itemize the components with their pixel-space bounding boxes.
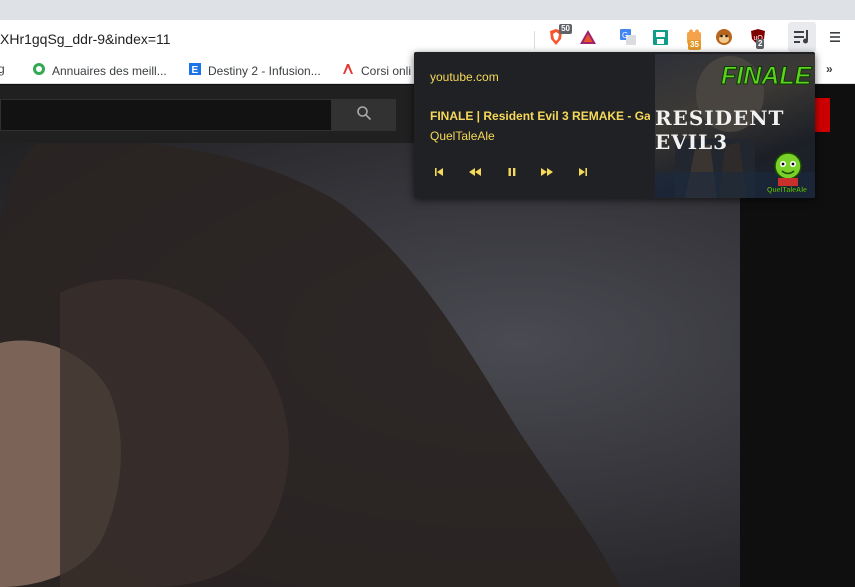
tampermonkey-icon[interactable]: 35 [684, 27, 704, 50]
bookmarks-overflow-button[interactable]: » [826, 62, 833, 76]
media-control-popup: youtube.com FINALE | Resident Evil 3 REM… [414, 52, 815, 198]
pause-button[interactable] [503, 164, 521, 180]
video-player[interactable] [0, 143, 740, 587]
brave-rewards-icon[interactable] [578, 27, 598, 47]
ublock-badge: 2 [756, 39, 765, 49]
thumbnail-game-title: RESIDENT EVIL3 [655, 106, 785, 154]
media-controls-icon[interactable] [788, 22, 816, 52]
blue-e-favicon-icon: E [188, 62, 202, 79]
shields-badge: 50 [559, 24, 572, 34]
media-channel: QuelTaleAle [430, 129, 495, 143]
omnibox-separator [534, 31, 535, 49]
bookmark-item[interactable]: Corsi onli [341, 62, 411, 79]
tampermonkey-badge: 35 [688, 40, 701, 50]
bookmark-item[interactable]: E Destiny 2 - Infusion... [188, 62, 321, 79]
brave-shields-icon[interactable]: 50 [546, 24, 572, 47]
seek-backward-button[interactable] [466, 164, 484, 180]
menu-icon[interactable] [825, 27, 845, 47]
bookmark-label: Corsi onli [361, 63, 412, 78]
save-icon[interactable] [650, 27, 670, 47]
video-frame-image [0, 143, 620, 587]
chevron-double-right-icon: » [826, 62, 833, 76]
media-source-site: youtube.com [430, 70, 499, 84]
toolbar: XHr1gqSg_ddr-9&index=11 50 G 35 2 [0, 20, 855, 56]
previous-track-button[interactable] [430, 164, 448, 180]
thumbnail-finale-text: FINALE [720, 62, 812, 91]
ublock-origin-icon[interactable]: uO 2 [748, 27, 768, 49]
pause-icon [508, 168, 516, 176]
bookmark-label: Destiny 2 - Infusion... [208, 63, 321, 78]
monkey-icon[interactable] [714, 27, 734, 47]
channel-mascot-logo: QuelTaleAle [765, 148, 811, 194]
search-button[interactable] [332, 99, 396, 131]
video-thumbnail: FINALE RESIDENT EVIL3 QuelTaleAle [655, 54, 815, 198]
seek-forward-button[interactable] [538, 164, 556, 180]
url-text[interactable]: XHr1gqSg_ddr-9&index=11 [0, 31, 171, 47]
skip-next-icon [579, 168, 587, 176]
rewind-icon [469, 168, 481, 176]
skip-previous-icon [435, 168, 443, 176]
green-favicon-icon [32, 62, 46, 79]
bookmark-label: g [0, 62, 5, 76]
bookmark-item[interactable]: g [0, 62, 5, 76]
bookmark-label: Annuaires des meill... [52, 63, 167, 78]
address-bar[interactable]: XHr1gqSg_ddr-9&index=11 [0, 23, 540, 53]
browser-window: XHr1gqSg_ddr-9&index=11 50 G 35 2 g Annu… [0, 0, 855, 587]
search-icon [356, 105, 372, 126]
svg-text:QuelTaleAle: QuelTaleAle [767, 187, 807, 194]
bookmark-item[interactable]: Annuaires des meill... [32, 62, 167, 79]
google-translate-icon[interactable]: G [618, 27, 638, 47]
svg-text:G: G [622, 31, 628, 40]
fast-forward-icon [541, 168, 553, 176]
search-input[interactable] [0, 99, 332, 131]
red-favicon-icon [341, 62, 355, 79]
next-track-button[interactable] [574, 164, 592, 180]
media-title[interactable]: FINALE | Resident Evil 3 REMAKE - Ga... [430, 109, 650, 123]
tab-strip [0, 0, 855, 20]
svg-text:E: E [192, 65, 199, 76]
